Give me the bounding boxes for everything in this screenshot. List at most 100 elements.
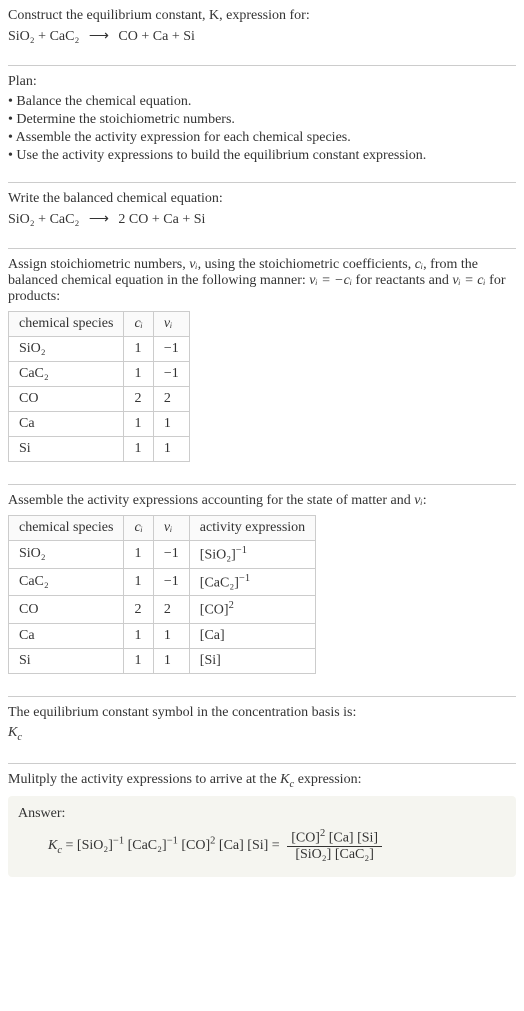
- kc-main: K: [48, 838, 57, 853]
- eq-sign: =: [62, 838, 77, 853]
- term-base: [CaC₂]: [124, 838, 167, 853]
- expr-exp: 2: [229, 600, 234, 611]
- divider: [8, 65, 516, 66]
- cell-nu: 1: [153, 412, 189, 437]
- cell-species: CaC₂: [9, 568, 124, 596]
- final-title: Mulitply the activity expressions to arr…: [8, 772, 516, 790]
- cell-species: CO: [9, 387, 124, 412]
- cell-nu: 1: [153, 437, 189, 462]
- num-rest: [Ca] [Si]: [325, 830, 378, 845]
- cell-nu: 2: [153, 596, 189, 624]
- stoich-eq: νᵢ = −cᵢ: [309, 273, 352, 288]
- expr-base: [Si]: [200, 653, 221, 668]
- cell-nu: 1: [153, 623, 189, 648]
- col-c: cᵢ: [124, 312, 153, 337]
- stoich-section: Assign stoichiometric numbers, νᵢ, using…: [8, 257, 516, 476]
- cell-c: 2: [124, 596, 153, 624]
- activity-text: :: [423, 493, 427, 508]
- cell-expr: [Si]: [189, 648, 315, 673]
- eq-rhs: CO + Ca + Si: [118, 29, 194, 44]
- final-k: K: [280, 772, 289, 787]
- plan-item: • Assemble the activity expression for e…: [8, 130, 516, 146]
- col-nu: νᵢ: [153, 312, 189, 337]
- plan-section: Plan: • Balance the chemical equation. •…: [8, 74, 516, 174]
- cell-c: 2: [124, 387, 153, 412]
- plan-list: • Balance the chemical equation. • Deter…: [8, 94, 516, 164]
- fraction: [CO]2 [Ca] [Si][SiO₂] [CaC₂]: [287, 828, 382, 864]
- cell-c: 1: [124, 568, 153, 596]
- expr-exp: −1: [236, 545, 247, 556]
- bal-arrow: ⟶: [89, 212, 109, 227]
- table-row: SiO₂ 1 −1: [9, 337, 190, 362]
- final-text: expression:: [294, 772, 361, 787]
- cell-nu: −1: [153, 337, 189, 362]
- col-expr: activity expression: [189, 516, 315, 541]
- final-section: Mulitply the activity expressions to arr…: [8, 772, 516, 885]
- cell-species: Ca: [9, 623, 124, 648]
- stoich-c: cᵢ: [415, 257, 423, 272]
- col-species: chemical species: [9, 516, 124, 541]
- cell-nu: −1: [153, 541, 189, 569]
- col-nu: νᵢ: [153, 516, 189, 541]
- cell-species: CaC₂: [9, 362, 124, 387]
- fraction-den: [SiO₂] [CaC₂]: [287, 847, 382, 863]
- cell-c: 1: [124, 648, 153, 673]
- table-row: CO 2 2 [CO]2: [9, 596, 316, 624]
- bal-lhs: SiO₂ + CaC₂: [8, 212, 79, 227]
- cell-nu: 2: [153, 387, 189, 412]
- prompt-text: Construct the equilibrium constant, K, e…: [8, 8, 310, 23]
- stoich-eq: νᵢ = cᵢ: [452, 273, 485, 288]
- divider: [8, 248, 516, 249]
- bal-rhs: 2 CO + Ca + Si: [118, 212, 205, 227]
- table-row: CaC₂ 1 −1: [9, 362, 190, 387]
- k-sub: c: [17, 732, 22, 743]
- stoich-table: chemical species cᵢ νᵢ SiO₂ 1 −1 CaC₂ 1 …: [8, 311, 190, 462]
- term-rest: [Ca] [Si] =: [215, 838, 283, 853]
- activity-table: chemical species cᵢ νᵢ activity expressi…: [8, 515, 316, 674]
- col-species: chemical species: [9, 312, 124, 337]
- cell-expr: [CaC₂]−1: [189, 568, 315, 596]
- activity-text: Assemble the activity expressions accoun…: [8, 493, 414, 508]
- table-row: Ca 1 1 [Ca]: [9, 623, 316, 648]
- table-row: CO 2 2: [9, 387, 190, 412]
- expr-exp: −1: [239, 573, 250, 584]
- balanced-title: Write the balanced chemical equation:: [8, 191, 516, 207]
- col-c: cᵢ: [124, 516, 153, 541]
- answer-label: Answer:: [18, 806, 506, 822]
- cell-species: Si: [9, 648, 124, 673]
- activity-section: Assemble the activity expressions accoun…: [8, 493, 516, 688]
- table-row: SiO₂ 1 −1 [SiO₂]−1: [9, 541, 316, 569]
- symbol-title: The equilibrium constant symbol in the c…: [8, 705, 516, 721]
- plan-item: • Balance the chemical equation.: [8, 94, 516, 110]
- num-base: [CO]: [291, 830, 320, 845]
- cell-c: 1: [124, 362, 153, 387]
- expr-base: [CO]: [200, 603, 229, 618]
- table-header-row: chemical species cᵢ νᵢ: [9, 312, 190, 337]
- activity-nu: νᵢ: [414, 493, 422, 508]
- cell-c: 1: [124, 412, 153, 437]
- term-base: [CO]: [178, 838, 210, 853]
- activity-title: Assemble the activity expressions accoun…: [8, 493, 516, 509]
- term-exp: −1: [167, 835, 178, 846]
- cell-species: Ca: [9, 412, 124, 437]
- cell-c: 1: [124, 623, 153, 648]
- expr-base: [Ca]: [200, 628, 225, 643]
- plan-title: Plan:: [8, 74, 516, 90]
- k-main: K: [8, 725, 17, 740]
- divider: [8, 484, 516, 485]
- cell-species: SiO₂: [9, 541, 124, 569]
- cell-nu: 1: [153, 648, 189, 673]
- balanced-equation: SiO₂ + CaC₂ ⟶ 2 CO + Ca + Si: [8, 211, 516, 228]
- plan-item: • Determine the stoichiometric numbers.: [8, 112, 516, 128]
- cell-species: Si: [9, 437, 124, 462]
- stoich-text: , using the stoichiometric coefficients,: [198, 257, 415, 272]
- cell-expr: [Ca]: [189, 623, 315, 648]
- header-equation: SiO₂ + CaC₂ ⟶ CO + Ca + Si: [8, 28, 516, 45]
- cell-c: 1: [124, 437, 153, 462]
- answer-box: Answer: Kc = [SiO₂]−1 [CaC₂]−1 [CO]2 [Ca…: [8, 796, 516, 878]
- eq-lhs: SiO₂ + CaC₂: [8, 29, 79, 44]
- stoich-text: for reactants and: [352, 273, 452, 288]
- table-header-row: chemical species cᵢ νᵢ activity expressi…: [9, 516, 316, 541]
- table-row: Ca 1 1: [9, 412, 190, 437]
- cell-nu: −1: [153, 362, 189, 387]
